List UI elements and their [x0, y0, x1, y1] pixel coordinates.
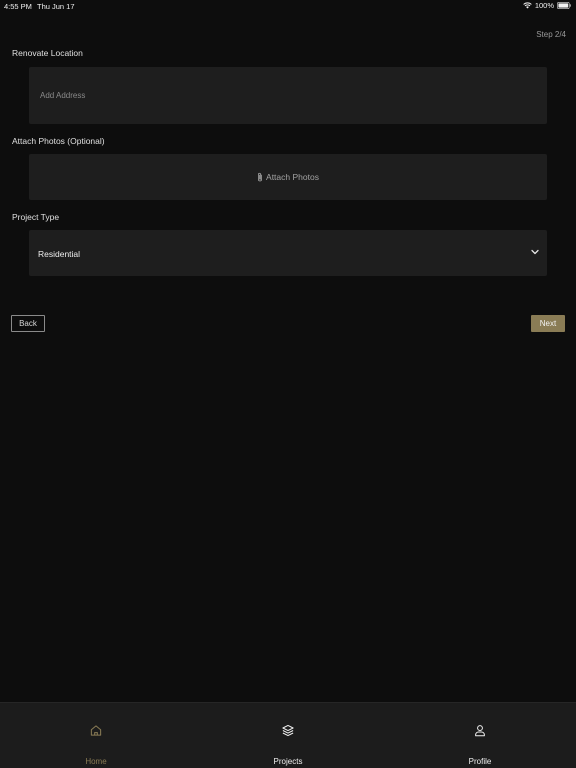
status-time: 4:55 PM: [4, 2, 32, 11]
chevron-down-icon: [531, 249, 539, 255]
status-bar: 4:55 PM Thu Jun 17 100%: [0, 0, 576, 12]
paperclip-icon: [257, 172, 263, 182]
home-icon: [90, 724, 103, 737]
attach-photos-label: Attach Photos: [266, 172, 319, 182]
tab-profile-label: Profile: [468, 757, 492, 766]
address-field-container: [29, 67, 547, 124]
location-label: Renovate Location: [12, 48, 83, 58]
tab-bar: Home Projects Profile: [0, 702, 576, 768]
back-button[interactable]: Back: [11, 315, 45, 332]
wifi-icon: [523, 2, 532, 9]
next-button[interactable]: Next: [531, 315, 565, 332]
user-icon: [474, 724, 487, 737]
attach-photos-button[interactable]: Attach Photos: [29, 154, 547, 200]
photos-label: Attach Photos (Optional): [12, 136, 105, 146]
status-indicators: 100%: [523, 1, 571, 10]
tab-home[interactable]: Home: [0, 703, 192, 768]
project-type-select[interactable]: Residential: [29, 230, 547, 276]
new-project-step-2: 4:55 PM Thu Jun 17 100% Step 2/4 Renovat…: [0, 0, 576, 768]
address-input[interactable]: [29, 67, 547, 124]
tab-profile[interactable]: Profile: [384, 703, 576, 768]
battery-icon: [557, 2, 571, 9]
step-indicator: Step 2/4: [536, 30, 566, 39]
tab-home-label: Home: [85, 757, 107, 766]
tab-projects[interactable]: Projects: [192, 703, 384, 768]
battery-percent: 100%: [534, 1, 554, 10]
project-type-label: Project Type: [12, 212, 60, 222]
project-type-value: Residential: [38, 249, 81, 259]
status-date: Thu Jun 17: [37, 2, 75, 11]
layers-icon: [282, 724, 295, 737]
tab-projects-label: Projects: [273, 757, 303, 766]
